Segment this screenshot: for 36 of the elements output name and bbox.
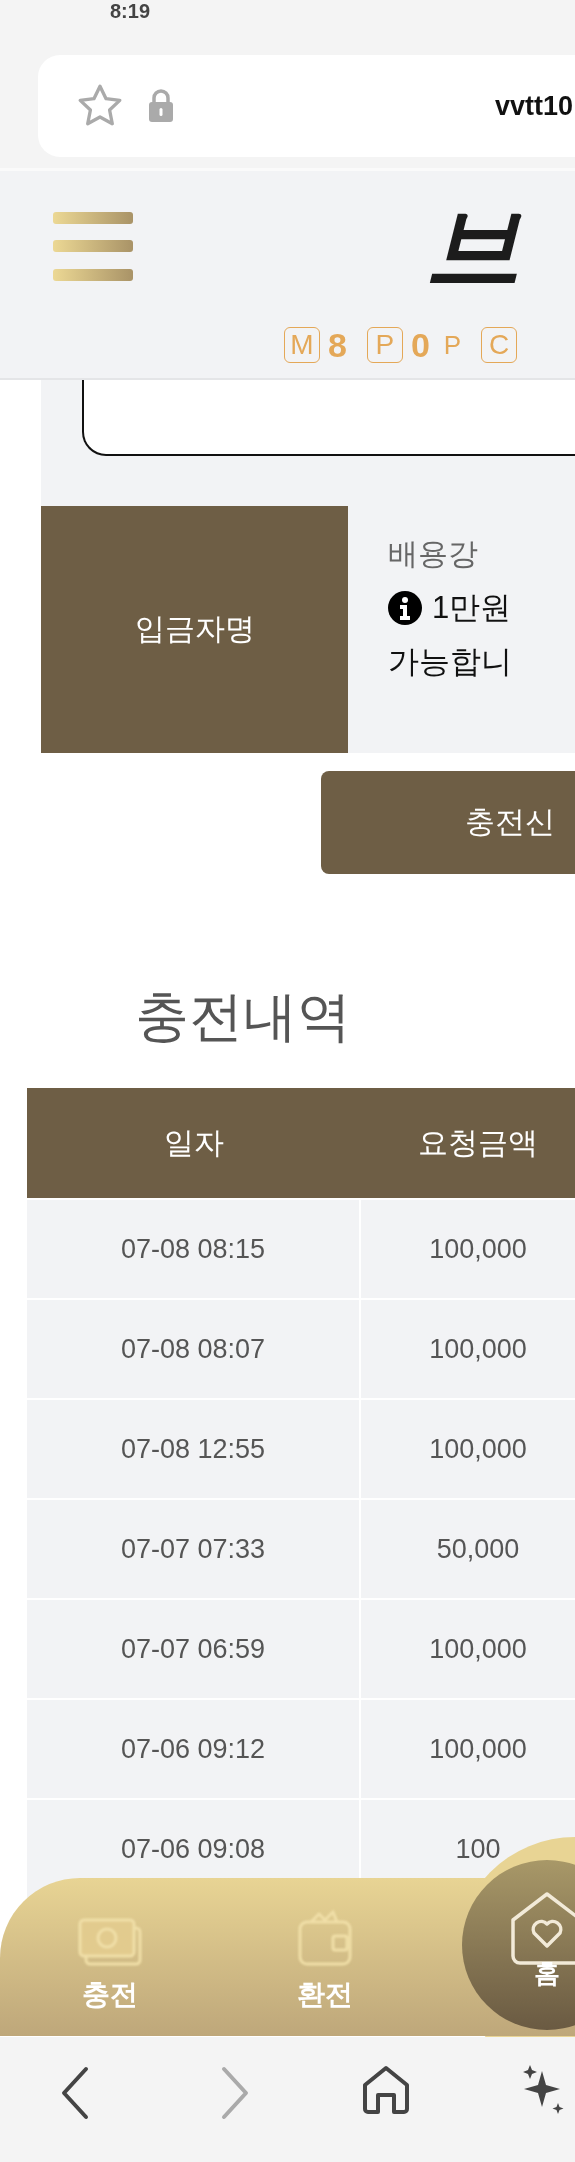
depositor-name: 배용강 <box>388 536 479 572</box>
logo[interactable]: 브 <box>425 199 521 295</box>
status-time: 8:19 <box>110 0 152 22</box>
point-type-badge: M <box>284 327 320 363</box>
table-cell: 07-07 07:33 <box>27 1498 361 1598</box>
table-cell: 07-08 08:15 <box>27 1198 361 1298</box>
table-cell: 50,000 <box>361 1498 575 1598</box>
table-cell: 07-06 09:12 <box>27 1698 361 1798</box>
table-cell: 07-07 06:59 <box>27 1598 361 1698</box>
point-value: 0 <box>410 325 430 365</box>
field-label: 입금자명 <box>41 506 348 753</box>
section-title: 충전내역 <box>135 985 352 1048</box>
column-header: 일자 <box>27 1088 361 1198</box>
url-text: vvtt10 <box>494 90 574 122</box>
home-icon[interactable] <box>362 2065 410 2115</box>
table-cell: 100,000 <box>361 1598 575 1698</box>
point-type-badge: P <box>366 327 403 363</box>
info-icon <box>388 591 422 625</box>
wallet-icon <box>297 1910 353 1966</box>
input-field[interactable] <box>82 380 575 456</box>
point-unit: P <box>443 329 462 361</box>
notice-text: 1만원 <box>432 589 512 627</box>
menu-icon[interactable] <box>53 212 133 282</box>
table-cell: 100,000 <box>361 1698 575 1798</box>
table-cell: 07-08 12:55 <box>27 1398 361 1498</box>
table-cell: 100,000 <box>361 1298 575 1398</box>
address-bar[interactable]: vvtt10 <box>38 55 575 157</box>
submit-button[interactable]: 충전신 <box>321 771 575 874</box>
point-value: 8 <box>328 325 347 365</box>
point-type-badge: C <box>481 327 518 363</box>
banknote-icon <box>78 1918 142 1966</box>
column-header: 요청금액 <box>361 1088 575 1198</box>
table-cell: 100,000 <box>361 1398 575 1498</box>
table-cell: 100,000 <box>361 1198 575 1298</box>
notice-text: 가능합니 <box>388 643 512 681</box>
table-cell: 07-08 08:07 <box>27 1298 361 1398</box>
